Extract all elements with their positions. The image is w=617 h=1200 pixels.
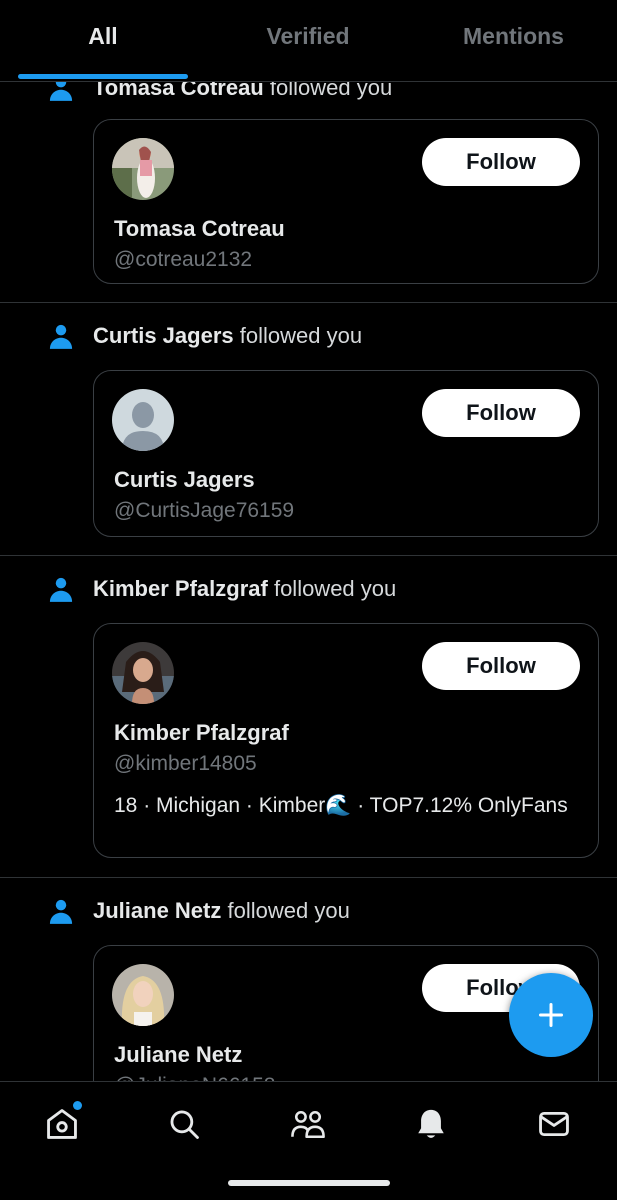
communities-icon: [291, 1110, 325, 1139]
active-tab-indicator: [18, 74, 188, 79]
notifications-bell-icon: [418, 1109, 444, 1138]
avatar[interactable]: [112, 642, 174, 704]
system-home-indicator[interactable]: [228, 1180, 390, 1186]
follow-button[interactable]: Follow: [422, 389, 580, 437]
user-card[interactable]: Follow Kimber Pfalzgraf @kimber14805 18 …: [93, 623, 599, 858]
notification-tabs: All Verified Mentions: [0, 0, 617, 82]
avatar[interactable]: [112, 389, 174, 451]
user-name[interactable]: Juliane Netz: [114, 1042, 242, 1068]
tab-all-label: All: [88, 22, 118, 49]
notification-feed[interactable]: Tomasa Cotreau followed you Follow Tomas…: [0, 82, 617, 1082]
tab-verified[interactable]: Verified: [206, 0, 410, 82]
notification-header: Juliane Netz followed you: [0, 891, 617, 931]
notification-action: followed you: [239, 323, 363, 348]
notification-text: Kimber Pfalzgraf followed you: [93, 576, 396, 602]
nav-communities[interactable]: [288, 1104, 328, 1144]
search-icon: [170, 1110, 199, 1139]
profile-photo-icon: [112, 642, 174, 704]
follower-name[interactable]: Tomasa Cotreau: [93, 82, 264, 100]
profile-photo-icon: [112, 964, 174, 1026]
user-handle: @cotreau2132: [114, 248, 253, 271]
nav-notifications[interactable]: [411, 1104, 451, 1144]
notification-text: Juliane Netz followed you: [93, 898, 350, 924]
follower-name[interactable]: Kimber Pfalzgraf: [93, 576, 268, 601]
notification-item[interactable]: Kimber Pfalzgraf followed you Follow Kim…: [0, 556, 617, 878]
nav-messages[interactable]: [534, 1104, 574, 1144]
profile-photo-icon: [112, 138, 174, 200]
person-follow-icon: [49, 324, 73, 349]
home-icon: [47, 1109, 77, 1139]
user-name[interactable]: Tomasa Cotreau: [114, 216, 285, 242]
bottom-navigation: [0, 1081, 617, 1200]
compose-button[interactable]: [509, 973, 593, 1057]
tab-all[interactable]: All: [0, 0, 206, 82]
tab-mentions-label: Mentions: [463, 22, 564, 49]
person-follow-icon: [49, 577, 73, 602]
notification-text: Curtis Jagers followed you: [93, 323, 362, 349]
user-bio: 18 · Michigan · Kimber🌊 · TOP7.12% OnlyF…: [114, 794, 568, 817]
notification-header: Tomasa Cotreau followed you: [0, 82, 617, 108]
user-handle: @kimber14805: [114, 752, 257, 775]
plus-icon: [539, 1003, 563, 1027]
messages-envelope-icon: [539, 1111, 569, 1137]
nav-home[interactable]: [42, 1101, 82, 1144]
follower-name[interactable]: Curtis Jagers: [93, 323, 234, 348]
follower-name[interactable]: Juliane Netz: [93, 898, 221, 923]
notification-header: Curtis Jagers followed you: [0, 316, 617, 356]
person-follow-icon: [49, 899, 73, 924]
follow-button[interactable]: Follow: [422, 642, 580, 690]
default-avatar-icon: [112, 389, 174, 451]
home-unread-badge: [73, 1101, 82, 1110]
notification-header: Kimber Pfalzgraf followed you: [0, 569, 617, 609]
notification-item[interactable]: Curtis Jagers followed you Follow Curtis…: [0, 303, 617, 556]
tab-mentions[interactable]: Mentions: [410, 0, 617, 82]
user-name[interactable]: Kimber Pfalzgraf: [114, 720, 289, 746]
notification-item[interactable]: Tomasa Cotreau followed you Follow Tomas…: [0, 82, 617, 303]
user-card[interactable]: Follow Tomasa Cotreau @cotreau2132: [93, 119, 599, 284]
avatar[interactable]: [112, 964, 174, 1026]
notification-action: followed you: [227, 898, 350, 923]
notification-action: followed you: [269, 82, 393, 100]
notification-item[interactable]: Juliane Netz followed you Follow Juliane…: [0, 878, 617, 1082]
follow-button[interactable]: Follow: [422, 138, 580, 186]
notification-action: followed you: [273, 576, 397, 601]
user-handle: @CurtisJage76159: [114, 499, 295, 522]
user-name[interactable]: Curtis Jagers: [114, 467, 255, 493]
tab-verified-label: Verified: [266, 22, 350, 49]
user-card[interactable]: Follow Curtis Jagers @CurtisJage76159: [93, 370, 599, 537]
nav-search[interactable]: [164, 1104, 204, 1144]
notification-text: Tomasa Cotreau followed you: [93, 82, 392, 101]
person-follow-icon: [49, 82, 73, 101]
avatar[interactable]: [112, 138, 174, 200]
